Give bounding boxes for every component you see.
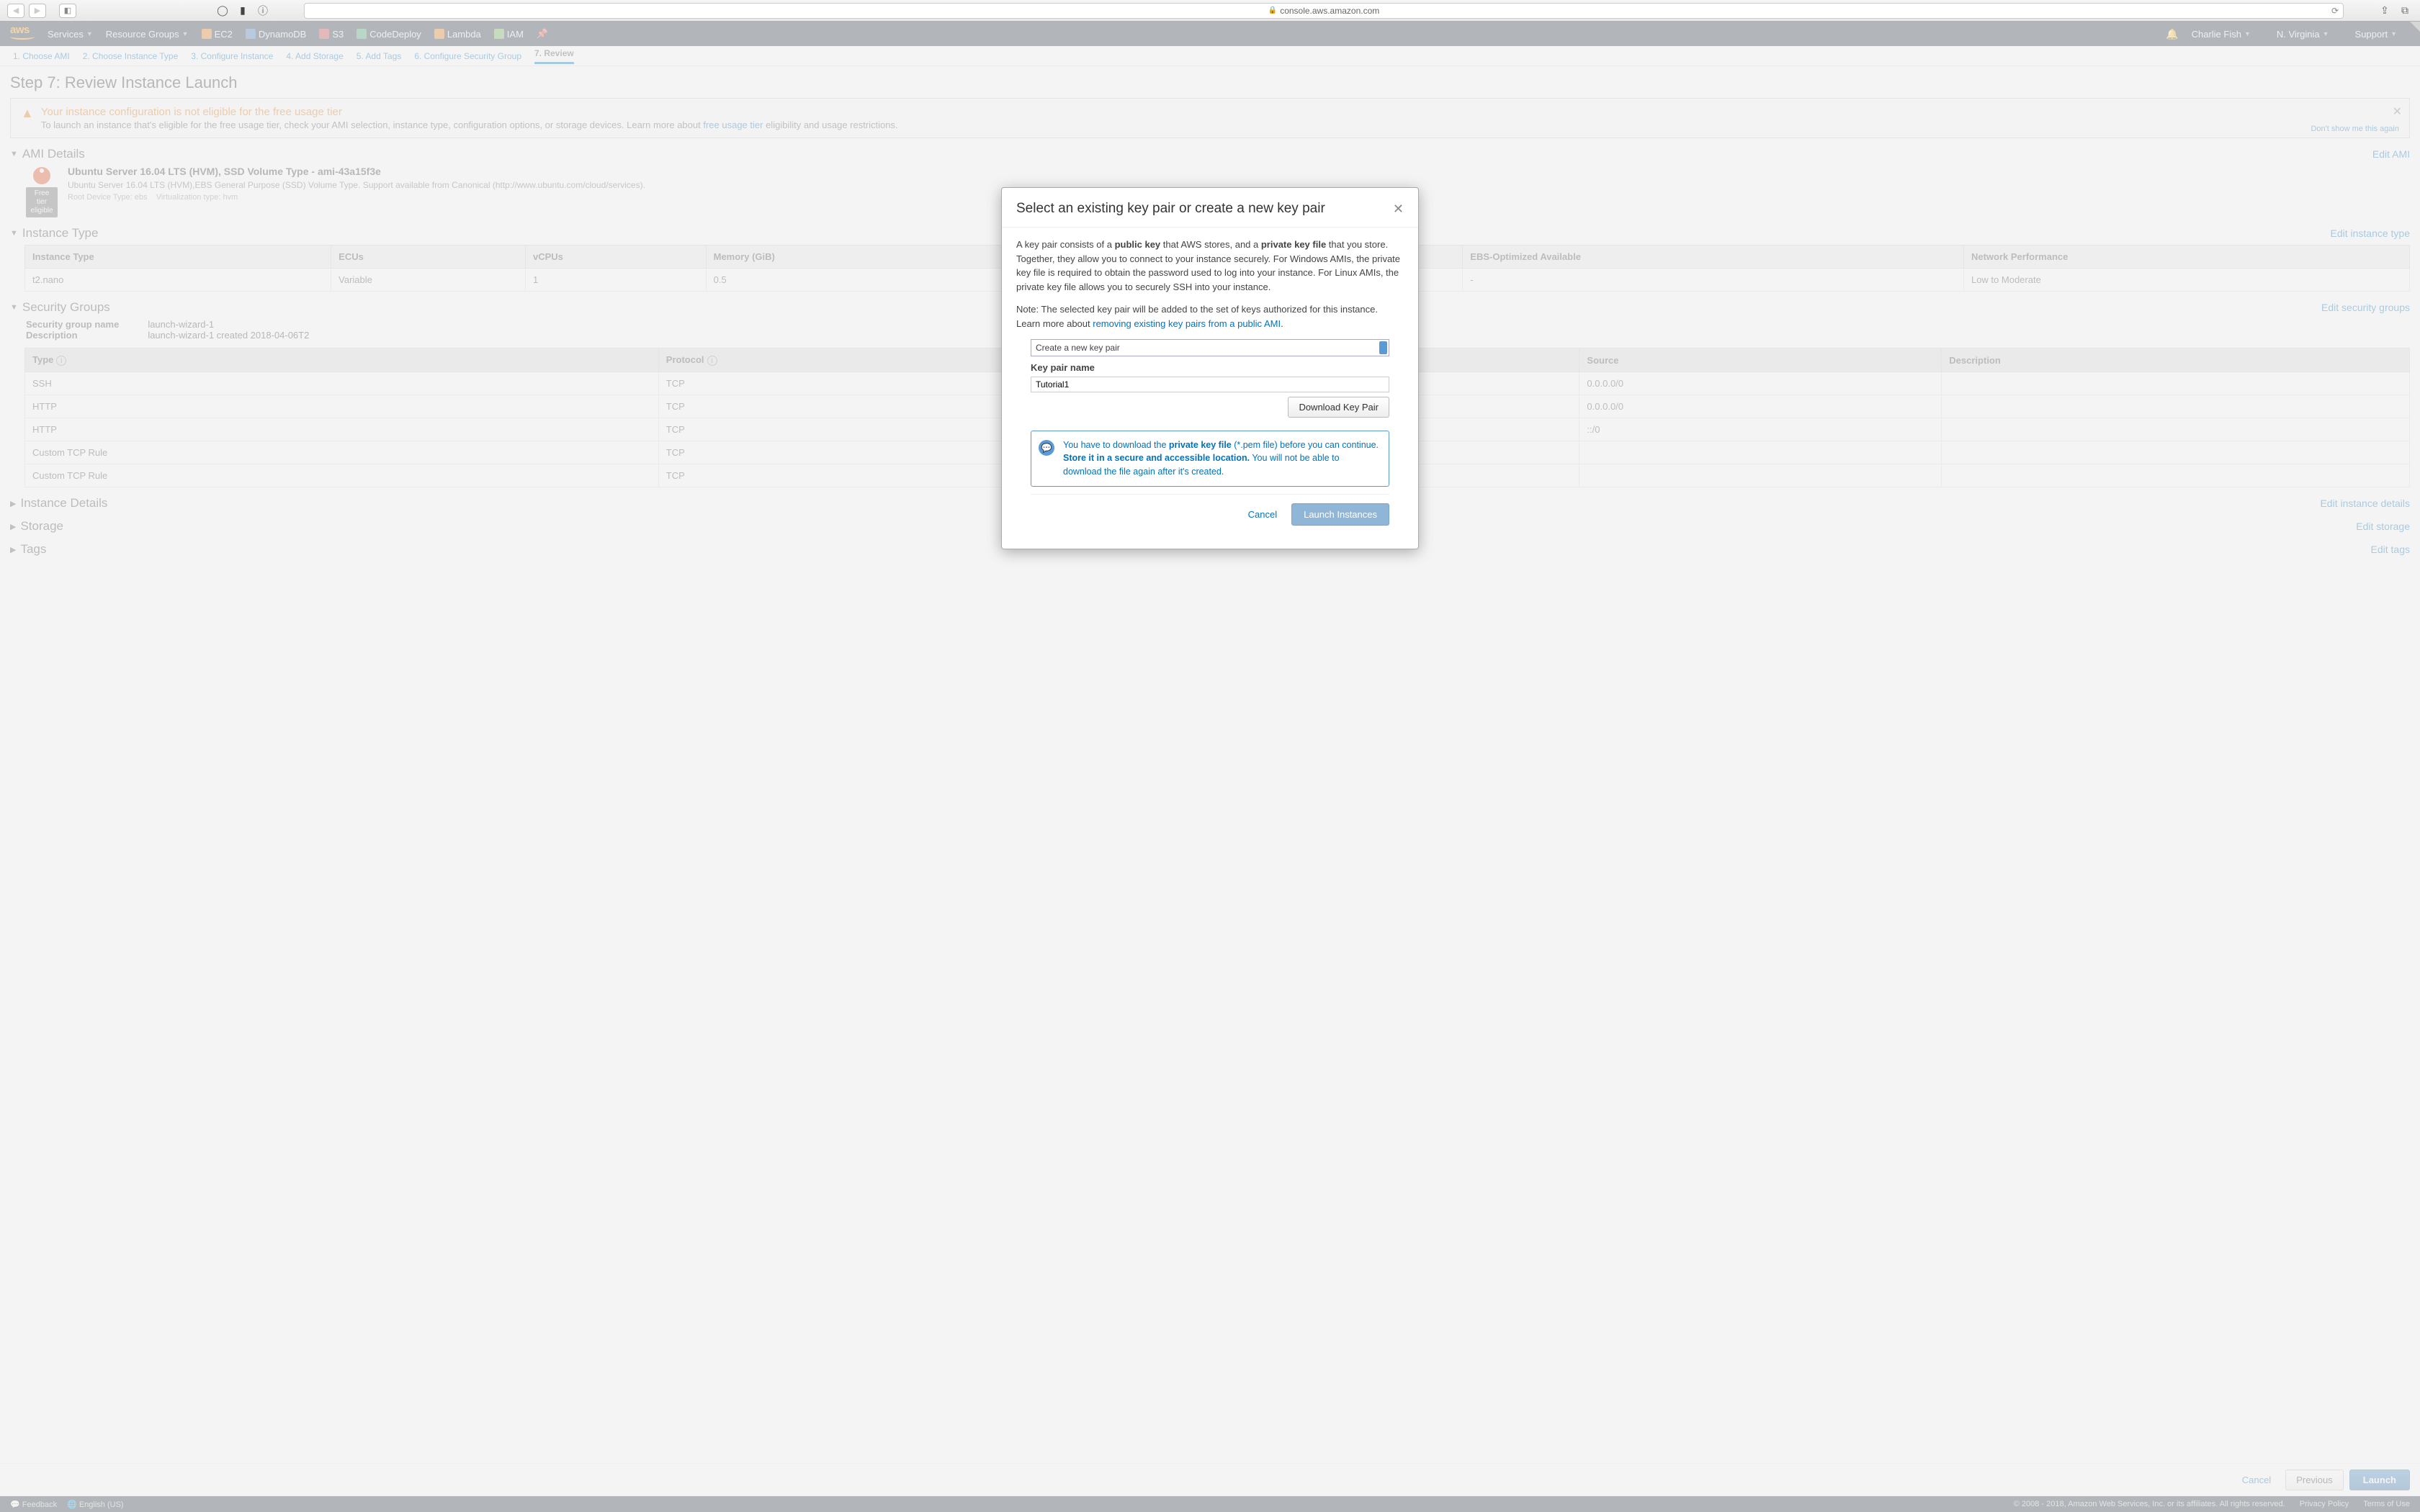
sidebar-toggle[interactable]: ◧ [59,4,76,18]
modal-paragraph-2: Note: The selected key pair will be adde… [1016,302,1404,330]
keypair-name-label: Key pair name [1031,361,1404,375]
modal-paragraph-1: A key pair consists of a public key that… [1016,238,1404,294]
adblock-icon[interactable]: ◯ [215,4,230,18]
keypair-info-box: 💬 You have to download the private key f… [1031,431,1389,487]
bookmark-icon[interactable]: ▮ [235,4,251,18]
modal-launch-button[interactable]: Launch Instances [1291,503,1389,526]
share-icon[interactable]: ⇪ [2377,4,2393,18]
info-bubble-icon: 💬 [1039,440,1054,456]
remove-keypairs-link[interactable]: removing existing key pairs from a publi… [1093,318,1281,329]
url-text: console.aws.amazon.com [1280,6,1379,16]
forward-button[interactable]: ▶ [29,4,46,18]
lock-icon: 🔒 [1268,6,1277,14]
keypair-mode-select[interactable]: Create a new key pair [1031,339,1389,356]
modal-title: Select an existing key pair or create a … [1016,201,1325,217]
refresh-icon[interactable]: ⟳ [2331,6,2339,16]
modal-close-icon[interactable]: ✕ [1393,202,1404,217]
info-icon[interactable]: ⓘ [255,4,271,18]
back-button[interactable]: ◀ [7,4,24,18]
keypair-modal: Select an existing key pair or create a … [1001,187,1419,549]
download-keypair-button[interactable]: Download Key Pair [1288,397,1389,418]
modal-overlay: Select an existing key pair or create a … [0,22,2420,1512]
tabs-icon[interactable]: ⧉ [2397,4,2413,18]
url-bar[interactable]: 🔒 console.aws.amazon.com ⟳ [304,3,2344,19]
keypair-name-input[interactable] [1031,377,1389,392]
browser-toolbar: ◀ ▶ ◧ ◯ ▮ ⓘ 🔒 console.aws.amazon.com ⟳ ⇪… [0,0,2420,22]
modal-cancel-button[interactable]: Cancel [1240,503,1286,526]
